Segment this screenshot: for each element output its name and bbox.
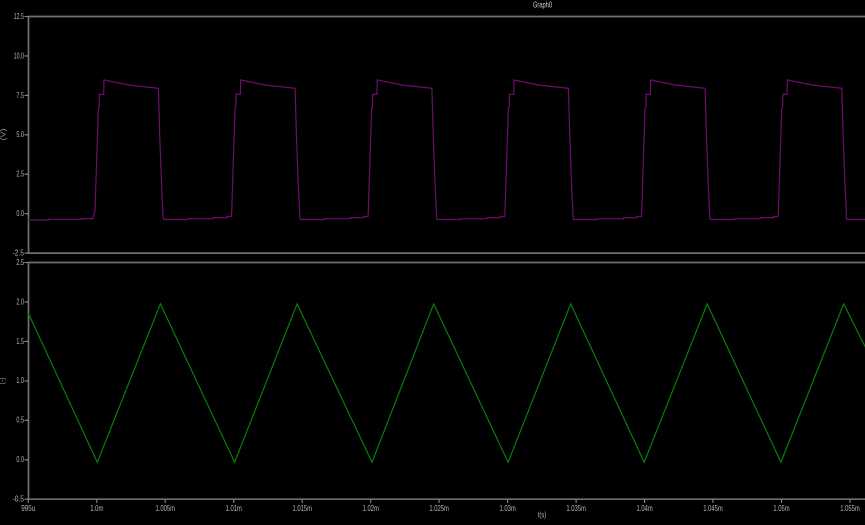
svg-text:1.0m: 1.0m — [90, 503, 103, 513]
svg-text:1.055m: 1.055m — [840, 503, 860, 513]
svg-text:2.0: 2.0 — [16, 296, 24, 306]
svg-text:1.05m: 1.05m — [773, 503, 789, 513]
svg-text:1.04m: 1.04m — [637, 503, 653, 513]
svg-text:0.5: 0.5 — [16, 415, 24, 425]
svg-text:2.5: 2.5 — [16, 169, 24, 179]
svg-text:t(s): t(s) — [538, 510, 547, 520]
svg-text:1.5: 1.5 — [16, 336, 24, 346]
svg-text:1.02m: 1.02m — [363, 503, 379, 513]
svg-text:0.0: 0.0 — [16, 454, 24, 464]
svg-text:1.045m: 1.045m — [703, 503, 723, 513]
svg-text:(V): (V) — [0, 128, 8, 141]
svg-text:1.0: 1.0 — [16, 375, 24, 385]
svg-text:Graph0: Graph0 — [533, 0, 552, 10]
svg-text:5.0: 5.0 — [16, 129, 24, 139]
svg-text:(-): (-) — [0, 377, 7, 384]
svg-text:-0.5: -0.5 — [13, 494, 25, 504]
svg-text:1.015m: 1.015m — [292, 503, 312, 513]
svg-text:0.0: 0.0 — [16, 208, 24, 218]
svg-text:1.005m: 1.005m — [155, 503, 175, 513]
svg-text:2.5: 2.5 — [16, 257, 24, 267]
svg-text:995u: 995u — [21, 503, 35, 513]
svg-text:10.0: 10.0 — [14, 50, 25, 60]
svg-text:7.5: 7.5 — [16, 90, 24, 100]
svg-text:1.035m: 1.035m — [566, 503, 586, 513]
svg-text:1.03m: 1.03m — [500, 503, 516, 513]
svg-text:12.5: 12.5 — [14, 11, 25, 21]
svg-text:1.01m: 1.01m — [226, 503, 242, 513]
svg-text:1.025m: 1.025m — [429, 503, 449, 513]
